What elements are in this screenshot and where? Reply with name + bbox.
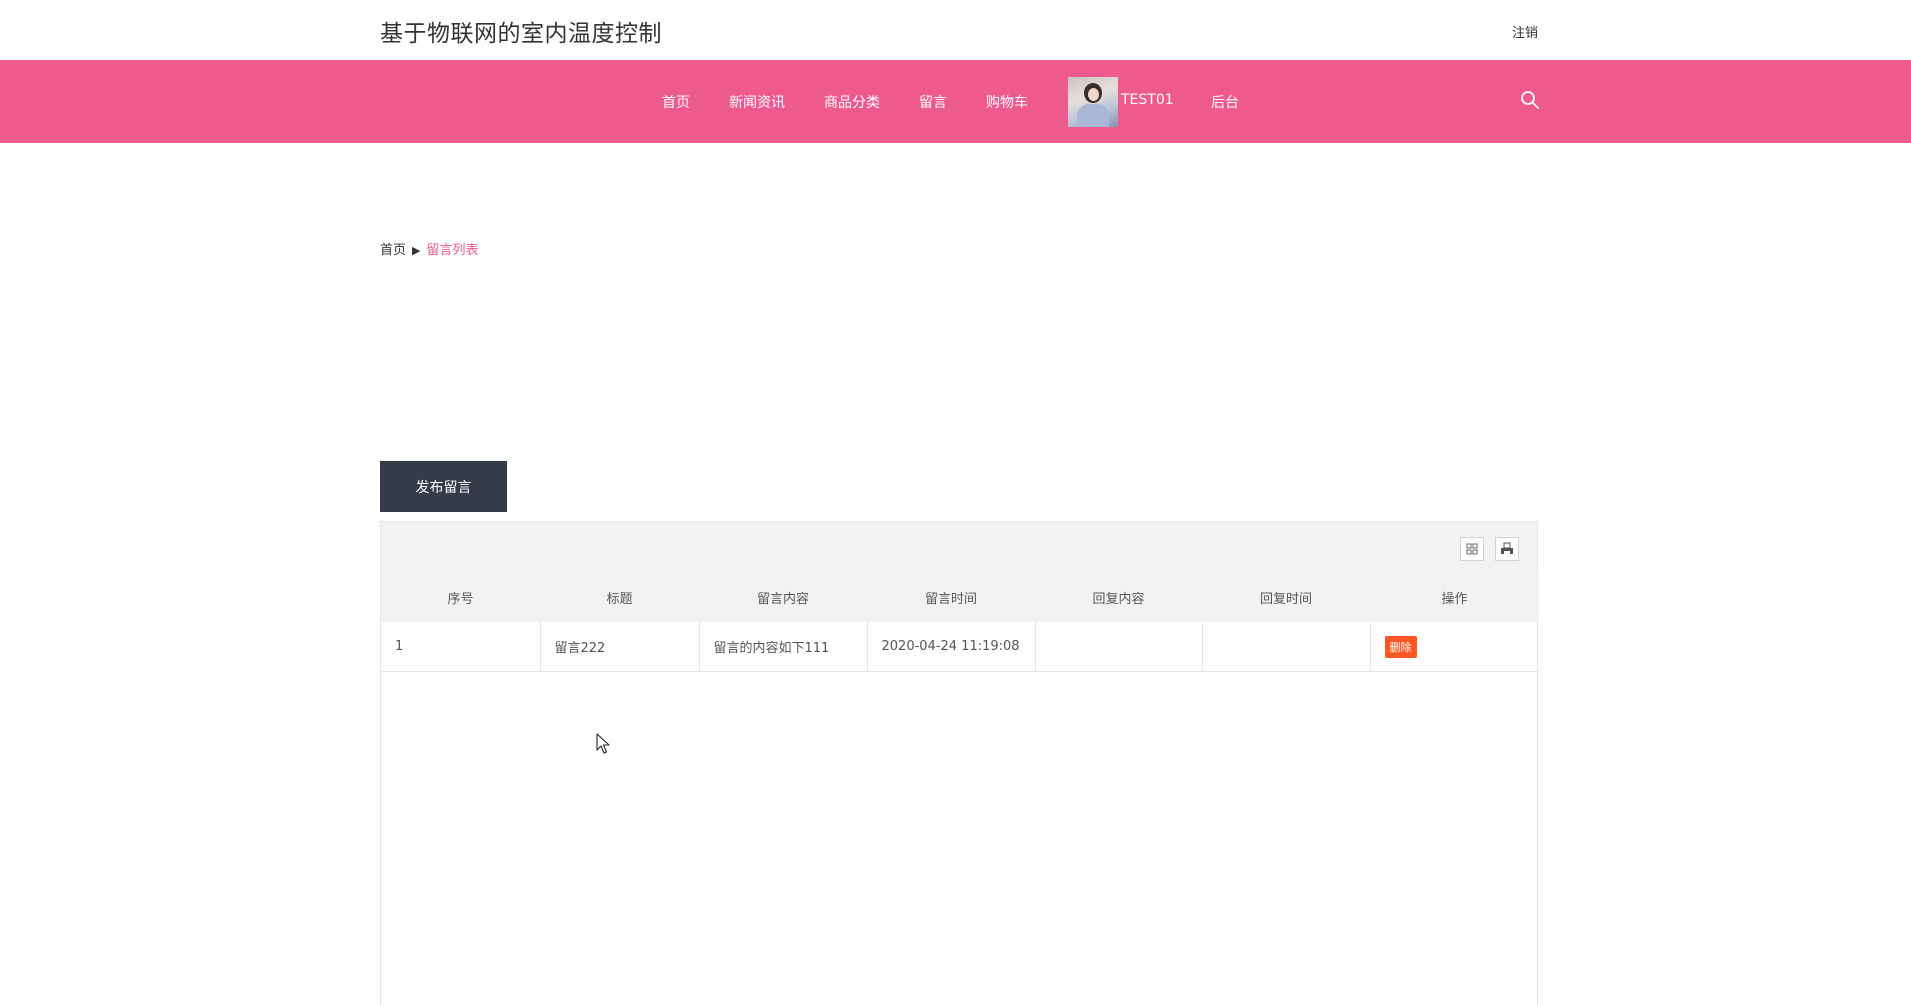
search-icon[interactable] (1520, 90, 1540, 110)
message-table: 序号 标题 留言内容 留言时间 回复内容 回复时间 操作 1 留言222 留言的… (381, 572, 1539, 672)
column-header-title[interactable]: 标题 (540, 572, 699, 622)
nav-item-news[interactable]: 新闻资讯 (729, 92, 785, 112)
table-header-row: 序号 标题 留言内容 留言时间 回复内容 回复时间 操作 (381, 572, 1539, 622)
cell-title: 留言222 (540, 622, 700, 672)
nav-item-home[interactable]: 首页 (662, 92, 690, 112)
message-table-panel: 序号 标题 留言内容 留言时间 回复内容 回复时间 操作 1 留言222 留言的… (380, 521, 1539, 1005)
nav-item-messages[interactable]: 留言 (919, 92, 947, 112)
breadcrumb-separator: ▶ (412, 244, 421, 257)
site-title: 基于物联网的室内温度控制 (380, 21, 662, 47)
print-icon[interactable] (1495, 537, 1519, 561)
column-header-reply-content[interactable]: 回复内容 (1035, 572, 1202, 622)
column-header-content[interactable]: 留言内容 (699, 572, 867, 622)
column-header-actions: 操作 (1370, 572, 1539, 622)
post-message-button[interactable]: 发布留言 (380, 461, 507, 512)
breadcrumb: 首页 ▶ 留言列表 (380, 239, 479, 258)
columns-filter-icon[interactable] (1460, 537, 1484, 561)
cell-actions: 删除 (1370, 622, 1539, 672)
nav-bar: 首页 新闻资讯 商品分类 留言 购物车 TEST01 后台 (0, 60, 1911, 143)
cell-content: 留言的内容如下111 (699, 622, 868, 672)
cell-reply-time (1202, 622, 1371, 672)
nav-username[interactable]: TEST01 (1121, 92, 1174, 108)
breadcrumb-home[interactable]: 首页 (380, 243, 406, 258)
mouse-cursor-icon (596, 733, 610, 754)
avatar[interactable] (1068, 77, 1118, 127)
table-toolbar (381, 522, 1537, 572)
table-row[interactable]: 1 留言222 留言的内容如下111 2020-04-24 11:19:08 删… (381, 622, 1539, 672)
breadcrumb-current: 留言列表 (426, 243, 479, 258)
column-header-reply-time[interactable]: 回复时间 (1202, 572, 1370, 622)
nav-item-categories[interactable]: 商品分类 (824, 92, 880, 112)
cell-time: 2020-04-24 11:19:08 (867, 622, 1036, 672)
cell-index: 1 (381, 622, 541, 672)
nav-item-admin[interactable]: 后台 (1211, 92, 1239, 112)
cell-reply-content (1035, 622, 1203, 672)
column-header-time[interactable]: 留言时间 (867, 572, 1035, 622)
column-header-index[interactable]: 序号 (381, 572, 540, 622)
logout-link[interactable]: 注销 (1512, 22, 1538, 41)
nav-item-cart[interactable]: 购物车 (986, 92, 1028, 112)
top-header: 基于物联网的室内温度控制 注销 (0, 0, 1911, 60)
delete-button[interactable]: 删除 (1384, 635, 1417, 658)
